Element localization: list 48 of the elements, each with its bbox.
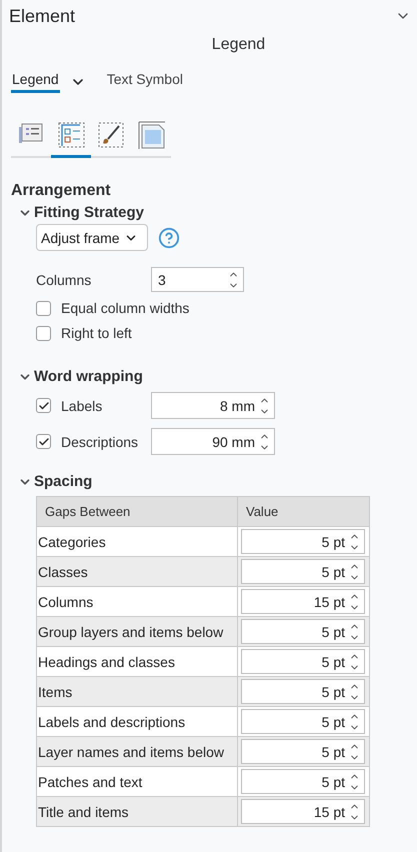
table-cell: Labels and descriptions (37, 707, 237, 736)
checkbox-label: Equal column widths (61, 300, 190, 316)
table-cell: Group layers and items below (37, 617, 237, 646)
table-cell: Layer names and items below (37, 737, 237, 766)
number-field[interactable]: 90 mm (151, 428, 275, 455)
table-cell: Title and items (37, 797, 237, 826)
number-field[interactable]: 3 (151, 267, 244, 292)
number-field[interactable]: 15 pt (241, 589, 365, 614)
number-field[interactable]: 5 pt (241, 529, 365, 554)
group-header[interactable]: Fitting Strategy (18, 204, 417, 221)
number-field[interactable]: 8 mm (151, 392, 275, 419)
pane-title: Element (9, 6, 76, 26)
group-header[interactable]: Spacing (18, 473, 417, 490)
checkbox-label: Labels (61, 398, 102, 414)
checkbox[interactable] (36, 300, 51, 316)
number-field[interactable]: 5 pt (241, 709, 365, 734)
group-header[interactable]: Word wrapping (18, 368, 417, 385)
table-cell: Headings and classes (37, 647, 237, 676)
number-field[interactable]: 5 pt (241, 649, 365, 674)
table-cell: Patches and text (37, 767, 237, 796)
number-field[interactable]: 5 pt (241, 769, 365, 794)
checkbox-label: Right to left (61, 325, 132, 341)
tab[interactable]: Text Symbol (106, 71, 184, 93)
icon-tab[interactable] (51, 120, 91, 158)
help-icon[interactable] (158, 226, 180, 248)
element-name: Legend (212, 36, 266, 53)
checkbox-label: Descriptions (61, 434, 138, 450)
number-field[interactable]: 5 pt (241, 559, 365, 584)
number-field[interactable]: 15 pt (241, 799, 365, 824)
number-field[interactable]: 5 pt (241, 739, 365, 764)
checkbox[interactable] (36, 434, 51, 449)
table-cell: Columns (37, 587, 237, 616)
checkbox[interactable] (36, 326, 51, 340)
table-cell: Categories (37, 527, 237, 556)
frame-placement-icon (136, 120, 166, 150)
field-label: Columns (36, 272, 92, 288)
table-cell: Items (37, 677, 237, 706)
tab[interactable]: Legend (11, 71, 60, 93)
number-field[interactable]: 5 pt (241, 619, 365, 644)
number-field[interactable]: 5 pt (241, 679, 365, 704)
dropdown[interactable]: Adjust frame (36, 224, 148, 251)
section-title: Arrangement (11, 182, 111, 199)
paintbrush-icon (97, 120, 125, 148)
checkbox[interactable] (36, 398, 51, 413)
arrangement-icon (56, 120, 86, 150)
column-header: Value (238, 497, 369, 526)
column-header: Gaps Between (37, 497, 237, 526)
table-cell: Classes (37, 557, 237, 586)
